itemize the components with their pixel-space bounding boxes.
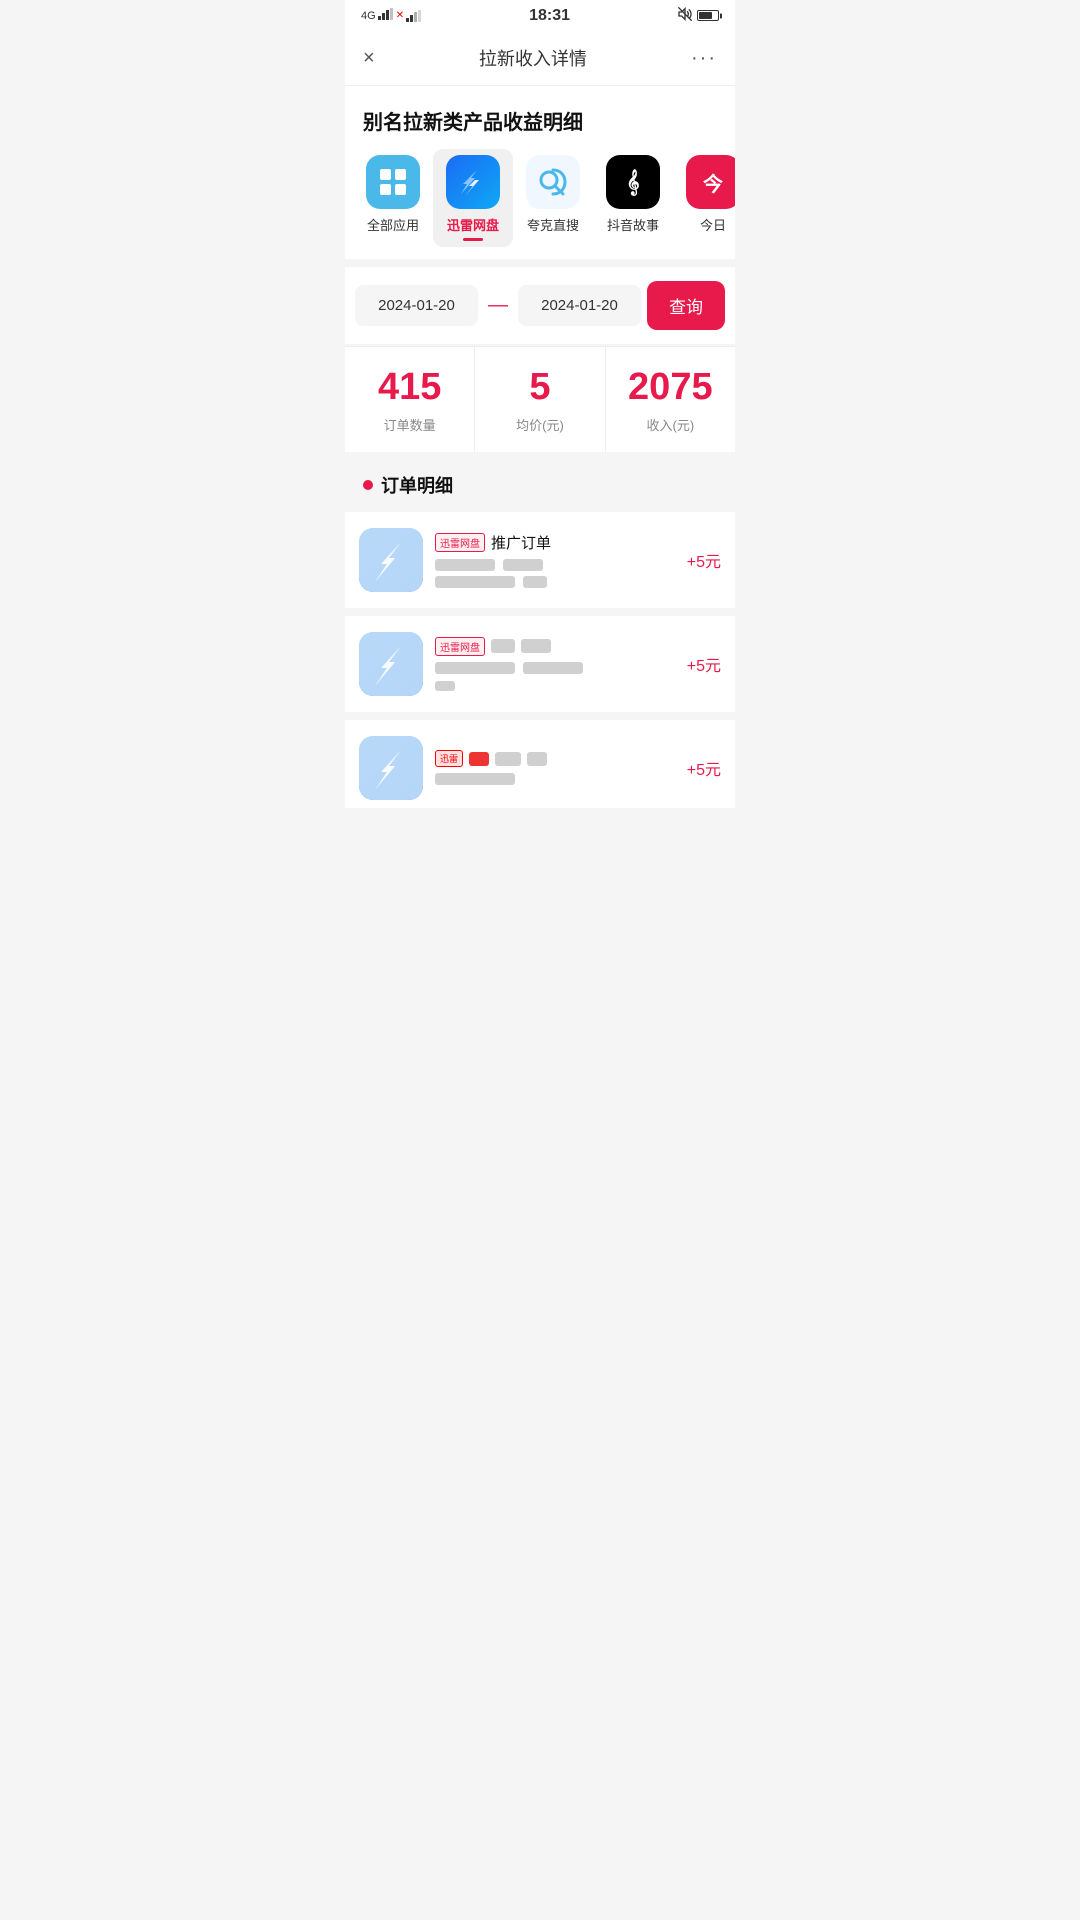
blur-block [435, 773, 515, 785]
tab-kuake-label: 夸克直搜 [527, 215, 579, 234]
tab-kuake[interactable]: 夸克直搜 [513, 149, 593, 247]
tab-xunlei-label: 迅雷网盘 [447, 215, 499, 234]
tab-all-label: 全部应用 [367, 215, 419, 234]
blur-block [503, 559, 543, 571]
tab-jinri-label: 今日 [700, 215, 726, 234]
section-title: 别名拉新类产品收益明细 [345, 86, 735, 149]
stats-row: 415 订单数量 5 均价(元) 2075 收入(元) [345, 346, 735, 452]
order-content-2: 迅雷网盘 [435, 637, 675, 691]
order-meta-3 [435, 773, 675, 785]
order-card-1: 迅雷网盘 推广订单 +5元 [345, 512, 735, 608]
stat-revenue-label: 收入(元) [646, 415, 694, 434]
status-time: 18:31 [422, 7, 677, 25]
stat-revenue-value: 2075 [628, 367, 713, 409]
blur-block [521, 639, 551, 653]
tab-douyin-label: 抖音故事 [607, 215, 659, 234]
blur-block [435, 559, 495, 571]
stat-avg-price: 5 均价(元) [475, 347, 605, 452]
order-card-2: 迅雷网盘 +5元 [345, 616, 735, 712]
douyin-icon: 𝄞 [606, 155, 660, 209]
stat-avg-price-label: 均价(元) [516, 415, 564, 434]
order-tag-2: 迅雷网盘 [435, 637, 485, 656]
battery-icon [697, 10, 719, 21]
blur-block [523, 576, 547, 588]
x-icon: ✕ [396, 10, 404, 21]
blur-block [527, 752, 547, 766]
active-indicator [463, 238, 483, 241]
date-separator: — [484, 294, 512, 317]
close-button[interactable]: × [363, 47, 375, 70]
signal-icon [378, 8, 394, 23]
order-app-icon-3 [359, 736, 423, 800]
blur-block [435, 662, 515, 674]
signal-area: 4G ✕ [361, 8, 422, 23]
order-app-icon-2 [359, 632, 423, 696]
all-apps-icon [366, 155, 420, 209]
order-top-1: 迅雷网盘 推广订单 [435, 532, 675, 553]
blur-block [435, 576, 515, 588]
order-top-3: 迅雷 [435, 750, 675, 767]
stat-revenue: 2075 收入(元) [606, 347, 735, 452]
status-right [677, 6, 719, 25]
start-date-picker[interactable]: 2024-01-20 [355, 285, 478, 326]
mute-icon [677, 6, 693, 25]
order-tag-3: 迅雷 [435, 750, 463, 767]
app-tabs: 全部应用 迅雷网盘 夸克直搜 𝄞 抖音故事 [345, 149, 735, 259]
tab-jinri[interactable]: 今 今日 [673, 149, 735, 247]
xunlei-icon [446, 155, 500, 209]
order-content-3: 迅雷 [435, 750, 675, 785]
tab-all[interactable]: 全部应用 [353, 149, 433, 247]
blur-block [491, 639, 515, 653]
order-app-icon-1 [359, 528, 423, 592]
order-section-title: 订单明细 [381, 472, 453, 498]
page-title: 拉新收入详情 [479, 45, 587, 71]
stat-avg-price-value: 5 [529, 367, 550, 409]
order-meta-1 [435, 559, 675, 588]
order-type-1: 推广订单 [491, 532, 551, 553]
tab-douyin[interactable]: 𝄞 抖音故事 [593, 149, 673, 247]
jinri-icon: 今 [686, 155, 735, 209]
order-content-1: 迅雷网盘 推广订单 [435, 532, 675, 588]
stat-order-count-label: 订单数量 [384, 415, 436, 434]
signal-text: 4G [361, 10, 376, 22]
more-button[interactable]: ··· [691, 47, 717, 70]
header: × 拉新收入详情 ··· [345, 31, 735, 86]
query-button[interactable]: 查询 [647, 281, 725, 330]
order-dot-icon [363, 480, 373, 490]
order-meta-2 [435, 662, 675, 691]
order-tag-1: 迅雷网盘 [435, 533, 485, 552]
status-bar: 4G ✕ 18:31 [345, 0, 735, 31]
order-amount-1: +5元 [687, 548, 721, 572]
blur-block [523, 662, 583, 674]
blur-block [469, 752, 489, 766]
date-filter: 2024-01-20 — 2024-01-20 查询 [345, 267, 735, 344]
signal2-icon [406, 10, 422, 22]
order-section-header: 订单明细 [345, 452, 735, 512]
tab-xunlei[interactable]: 迅雷网盘 [433, 149, 513, 247]
order-amount-2: +5元 [687, 652, 721, 676]
blur-block [435, 681, 455, 691]
kuake-icon [526, 155, 580, 209]
order-top-2: 迅雷网盘 [435, 637, 675, 656]
order-card-3: 迅雷 +5元 [345, 720, 735, 808]
order-amount-3: +5元 [687, 756, 721, 780]
stat-order-count: 415 订单数量 [345, 347, 475, 452]
end-date-picker[interactable]: 2024-01-20 [518, 285, 641, 326]
stat-order-count-value: 415 [378, 367, 441, 409]
blur-block [495, 752, 521, 766]
